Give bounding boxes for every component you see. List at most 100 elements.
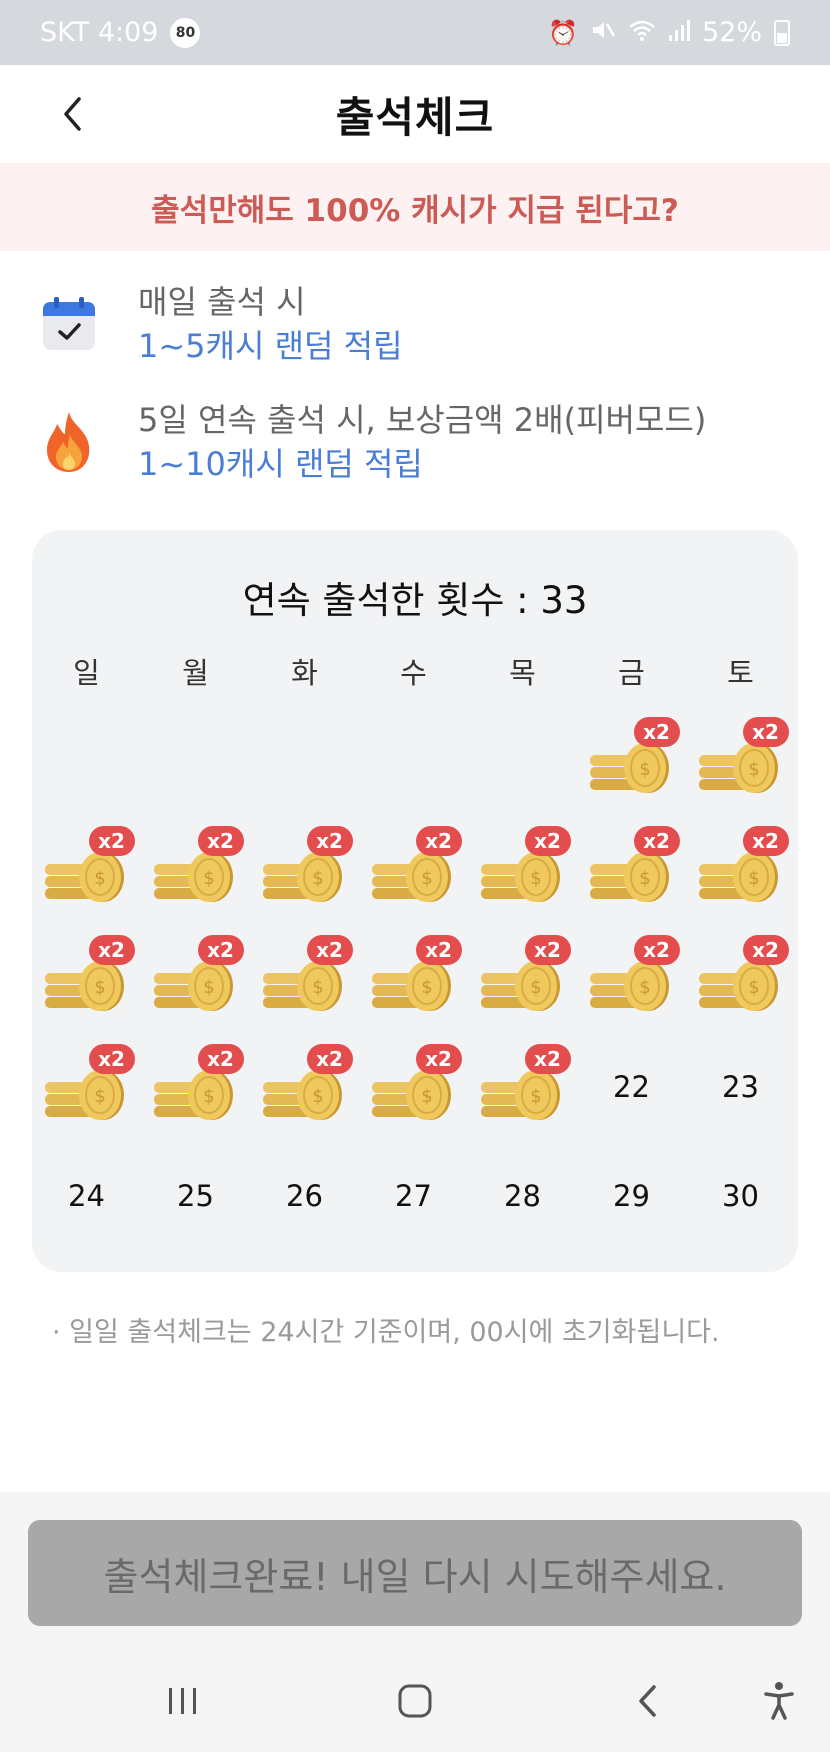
reward-multiplier-badge: x2 — [197, 935, 244, 965]
calendar-day-attended: $ x2 — [686, 819, 795, 919]
calendar-day: 24 — [32, 1146, 141, 1246]
svg-text:$: $ — [639, 759, 650, 780]
svg-text:$: $ — [530, 868, 541, 889]
coin-reward: $ x2 — [43, 935, 135, 1021]
coin-reward: $ x2 — [479, 826, 571, 912]
rule-daily-reward: 1~5캐시 랜덤 적립 — [138, 327, 403, 365]
back-button[interactable] — [52, 92, 92, 136]
coin-reward: $ x2 — [43, 1044, 135, 1130]
battery-icon — [774, 19, 790, 46]
attendance-calendar: 연속 출석한 횟수 : 33 일 월 화 수 목 금 토 $ x2 $ x2 $ x2 $ x2 $ x2 $ x… — [32, 530, 798, 1272]
calendar-day-attended: $ x2 — [32, 1037, 141, 1137]
reward-multiplier-badge: x2 — [88, 1044, 135, 1074]
coin-reward: $ x2 — [43, 826, 135, 912]
svg-text:$: $ — [94, 977, 105, 998]
calendar-day-attended: $ x2 — [359, 819, 468, 919]
coin-reward: $ x2 — [479, 935, 571, 1021]
calendar-day-attended: $ x2 — [577, 819, 686, 919]
calendar-day-attended: $ x2 — [577, 710, 686, 810]
day-number: 26 — [286, 1179, 323, 1213]
svg-text:$: $ — [639, 868, 650, 889]
reset-notice: · 일일 출석체크는 24시간 기준이며, 00시에 초기화됩니다. — [52, 1317, 720, 1348]
weekday-label: 토 — [727, 656, 754, 690]
calendar-day-attended: $ x2 — [577, 928, 686, 1028]
coin-reward: $ x2 — [152, 826, 244, 912]
reward-multiplier-badge: x2 — [197, 1044, 244, 1074]
coin-reward: $ x2 — [261, 1044, 353, 1130]
weekday-label: 수 — [400, 656, 427, 690]
weekday-label: 월 — [182, 656, 209, 690]
weekday-label: 목 — [509, 656, 536, 690]
svg-text:$: $ — [312, 868, 323, 889]
home-button[interactable] — [390, 1676, 440, 1726]
reward-multiplier-badge: x2 — [88, 826, 135, 856]
mute-icon — [590, 18, 616, 48]
attendance-complete-button[interactable]: 출석체크완료! 내일 다시 시도해주세요. — [28, 1520, 802, 1626]
signal-icon — [668, 18, 690, 48]
reward-multiplier-badge: x2 — [742, 935, 789, 965]
svg-text:$: $ — [421, 1086, 432, 1107]
calendar-day-attended: $ x2 — [32, 819, 141, 919]
calendar-day-attended: $ x2 — [141, 819, 250, 919]
chevron-left-icon — [64, 97, 81, 131]
reward-multiplier-badge: x2 — [633, 717, 680, 747]
coin-reward: $ x2 — [261, 935, 353, 1021]
calendar-day: 26 — [250, 1146, 359, 1246]
promo-banner: 출석만해도 100% 캐시가 지급 된다고? — [0, 163, 830, 251]
calendar-day-attended: $ x2 — [468, 819, 577, 919]
rule-fever-reward: 1~10캐시 랜덤 적립 — [138, 445, 423, 483]
app-header: 출석체크 — [0, 65, 830, 163]
svg-text:$: $ — [421, 977, 432, 998]
svg-text:$: $ — [421, 868, 432, 889]
accessibility-button[interactable] — [754, 1676, 804, 1726]
rule-daily: 매일 출석 시 1~5캐시 랜덤 적립 — [40, 280, 800, 368]
day-number: 22 — [613, 1070, 650, 1104]
calendar-day-attended: $ x2 — [359, 928, 468, 1028]
alarm-icon: ⏰ — [548, 18, 578, 47]
calendar-day-attended: $ x2 — [32, 928, 141, 1028]
svg-text:$: $ — [312, 1086, 323, 1107]
calendar-day-attended: $ x2 — [141, 928, 250, 1028]
reward-multiplier-badge: x2 — [633, 826, 680, 856]
banner-text: 출석만해도 100% 캐시가 지급 된다고? — [151, 192, 679, 229]
recent-apps-icon — [169, 1688, 196, 1714]
coin-reward: $ x2 — [261, 826, 353, 912]
calendar-day: 27 — [359, 1146, 468, 1246]
weekday-label: 일 — [73, 656, 100, 690]
coin-reward: $ x2 — [479, 1044, 571, 1130]
battery-percent: 52% — [701, 17, 762, 48]
coin-reward: $ x2 — [588, 935, 680, 1021]
reward-multiplier-badge: x2 — [742, 826, 789, 856]
svg-text:$: $ — [312, 977, 323, 998]
streak-count: 연속 출석한 횟수 : 33 — [242, 579, 588, 622]
calendar-day-attended: $ x2 — [468, 928, 577, 1028]
reward-multiplier-badge: x2 — [524, 1044, 571, 1074]
coin-reward: $ x2 — [588, 826, 680, 912]
day-number: 25 — [177, 1179, 214, 1213]
accessibility-icon — [764, 1682, 794, 1720]
calendar-day-attended: $ x2 — [686, 710, 795, 810]
day-number: 24 — [68, 1179, 105, 1213]
day-number: 23 — [722, 1070, 759, 1104]
system-back-button[interactable] — [622, 1676, 672, 1726]
day-number: 29 — [613, 1179, 650, 1213]
reward-multiplier-badge: x2 — [633, 935, 680, 965]
calendar-day-attended: $ x2 — [468, 1037, 577, 1137]
calendar-day-attended: $ x2 — [686, 928, 795, 1028]
calendar-day-attended: $ x2 — [250, 819, 359, 919]
day-number: 28 — [504, 1179, 541, 1213]
reward-multiplier-badge: x2 — [197, 826, 244, 856]
home-icon — [398, 1684, 432, 1718]
svg-text:$: $ — [203, 1086, 214, 1107]
recent-apps-button[interactable] — [158, 1676, 208, 1726]
calendar-day: 30 — [686, 1146, 795, 1246]
day-number: 30 — [722, 1179, 759, 1213]
calendar-day-attended: $ x2 — [250, 1037, 359, 1137]
reward-multiplier-badge: x2 — [306, 935, 353, 965]
calendar-day-attended: $ x2 — [141, 1037, 250, 1137]
reward-multiplier-badge: x2 — [415, 1044, 462, 1074]
svg-text:$: $ — [639, 977, 650, 998]
svg-text:$: $ — [94, 1086, 105, 1107]
calendar-check-icon — [40, 295, 98, 353]
svg-text:$: $ — [203, 868, 214, 889]
